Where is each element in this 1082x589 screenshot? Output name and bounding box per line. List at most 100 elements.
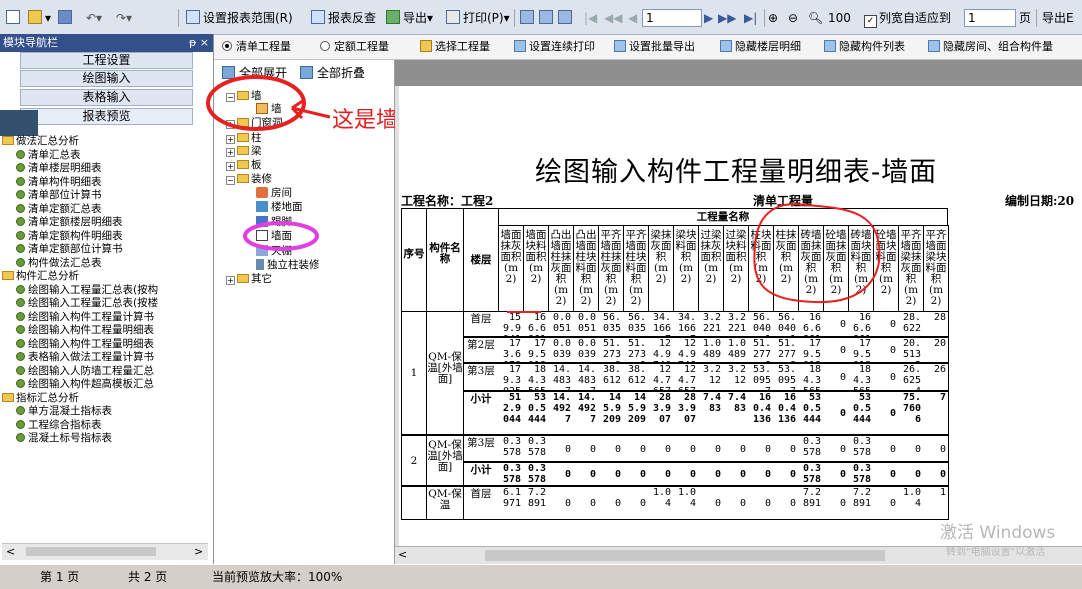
tree-node-other[interactable]: + 其它 [226, 273, 272, 285]
tree-report-item[interactable]: 绘图输入人防墙工程量汇总 [16, 365, 154, 377]
tree-report-item[interactable]: 绘图输入构件工程量明细表 [16, 324, 154, 336]
tree-node-wall-surface[interactable]: 墙面 [256, 230, 292, 242]
continuous-print-button[interactable]: 设置连续打印 [514, 39, 595, 55]
report-vertical-scrollbar[interactable] [395, 86, 399, 546]
tree-report-item[interactable]: 绘图输入构件工程量计算书 [16, 311, 154, 323]
tree-label: 指标汇总分析 [16, 391, 79, 404]
report-title: 绘图输入构件工程量明细表-墙面 [535, 157, 938, 188]
tree-node-wall-group[interactable]: − 墙 [226, 90, 262, 102]
tree-node-slab[interactable]: + 板 [226, 159, 262, 171]
nav-report-preview[interactable]: 报表预览 [20, 108, 193, 125]
tree-node-skirting[interactable]: 踢脚 [256, 216, 292, 228]
table-cell-value: 3.212 [723, 363, 749, 391]
table-cell-value: 28 [923, 311, 949, 337]
left-horizontal-scrollbar[interactable]: < > [2, 543, 208, 560]
table-cell-value: 0 [548, 486, 574, 520]
tree-node-beam[interactable]: + 梁 [226, 145, 262, 157]
tree-node-openings[interactable]: + 门窗洞 [226, 117, 283, 129]
table-cell-value: 0 [873, 311, 899, 337]
new-icon[interactable] [6, 9, 23, 27]
tree-report-item[interactable]: 清单汇总表 [16, 149, 81, 161]
radio-quota-quantity[interactable]: 定额工程量 [320, 39, 389, 55]
tree-folder[interactable]: 构件汇总分析 [2, 270, 79, 282]
report-icon [16, 217, 25, 226]
row-floor: 第3层 [463, 435, 499, 462]
nav-drawing-input[interactable]: 绘图输入 [20, 70, 193, 87]
last-page-icon[interactable]: ▶| [744, 9, 757, 27]
set-range-button[interactable]: 设置报表范围(R) [186, 9, 293, 27]
tree-report-item[interactable]: 绘图输入构件超高模板汇总 [16, 378, 154, 390]
collapse-all-button[interactable]: 全部折叠 [300, 66, 365, 80]
single-page-icon[interactable] [520, 9, 537, 27]
review-button[interactable]: 报表反查 [311, 9, 376, 27]
hide-floor-button[interactable]: 隐藏楼层明细 [720, 39, 801, 55]
scroll-right-icon[interactable]: > [194, 545, 203, 558]
tree-report-item[interactable]: 清单定额部位计算书 [16, 243, 123, 255]
table-cell-value: 56.0401 [773, 311, 799, 337]
zoom-value[interactable]: 100 [828, 9, 851, 27]
redo-icon[interactable]: ↷▾ [116, 9, 132, 27]
multi-page-icon[interactable] [558, 9, 575, 27]
export-button[interactable]: 导出▾ [386, 9, 433, 27]
zoom-in-icon[interactable]: ⊕ [768, 9, 778, 27]
batch-export-button[interactable]: 设置批量导出 [614, 39, 695, 55]
hide-list-button[interactable]: 隐藏构件列表 [824, 39, 905, 55]
next-page-icon[interactable]: ▶▶ [718, 9, 736, 27]
scroll-left-icon[interactable]: < [6, 545, 15, 558]
tree-report-item[interactable]: 表格输入做法工程量计算书 [16, 351, 154, 363]
choose-quantity-button[interactable]: 选择工程量 [420, 39, 490, 55]
radio-bill-quantity[interactable]: 清单工程量 [222, 39, 291, 55]
tree-report-item[interactable]: 混凝土标号指标表 [16, 432, 112, 444]
two-page-icon[interactable] [539, 9, 556, 27]
table-cell-value: 7.483 [723, 391, 749, 435]
fit-width-checkbox[interactable]: ✓ 列宽自适应到 [864, 9, 951, 28]
print-button[interactable]: 打印(P)▾ [446, 9, 510, 27]
header-quantity: 柱块料面积(m2) [748, 225, 774, 312]
export-excel-button[interactable]: 导出E [1042, 9, 1074, 27]
save-icon[interactable] [58, 9, 75, 27]
tree-node-column[interactable]: + 柱 [226, 132, 262, 144]
page-number-input[interactable]: 1 [642, 9, 702, 27]
hide-room-button[interactable]: 隐藏房间、组合构件量 [928, 39, 1053, 55]
tree-report-item[interactable]: 清单部位计算书 [16, 189, 102, 201]
tree-node-ceiling[interactable]: 天棚 [256, 245, 292, 257]
tree-report-item[interactable]: 单方混凝土指标表 [16, 405, 112, 417]
tree-report-item[interactable]: 绘图输入构件工程量明细表 [16, 338, 154, 350]
tree-report-item[interactable]: 构件做法汇总表 [16, 257, 102, 269]
tree-report-item[interactable]: 清单定额构件明细表 [16, 230, 123, 242]
tree-folder[interactable]: 指标汇总分析 [2, 392, 79, 404]
table-cell-value: 0 [698, 462, 724, 486]
next-icon[interactable]: ▶ [704, 9, 713, 27]
expand-all-button[interactable]: 全部展开 [222, 66, 287, 80]
first-page-icon[interactable]: |◀ [584, 9, 597, 27]
pin-close-icon[interactable]: ᵽ × [189, 34, 209, 52]
tree-folder[interactable]: 做法汇总分析 [2, 135, 79, 147]
open-icon[interactable]: ▾ [28, 9, 51, 27]
nav-project-settings[interactable]: 工程设置 [20, 52, 193, 69]
prev-icon[interactable]: ◀ [628, 9, 637, 27]
zoom-icon[interactable]: 🔍︎ [808, 9, 823, 27]
nav-table-input[interactable]: 表格输入 [20, 89, 193, 106]
tree-node-wall[interactable]: 墙 [256, 103, 282, 115]
tree-report-item[interactable]: 绘图输入工程量汇总表(按楼 [16, 297, 158, 309]
tree-node-decoration[interactable]: − 装修 [226, 173, 272, 185]
table-cell-value: 145.9209 [598, 391, 624, 435]
scroll-thumb[interactable] [26, 547, 156, 556]
tree-report-item[interactable]: 工程综合指标表 [16, 419, 102, 431]
fit-page-input[interactable]: 1 [964, 9, 1016, 27]
tree-report-item[interactable]: 清单定额汇总表 [16, 203, 102, 215]
tree-report-item[interactable]: 绘图输入工程量汇总表(按构 [16, 284, 158, 296]
zoom-out-icon[interactable]: ⊖ [788, 9, 798, 27]
tree-report-item[interactable]: 清单定额楼层明细表 [16, 216, 123, 228]
tree-report-item[interactable]: 清单楼层明细表 [16, 162, 102, 174]
scroll-left-icon[interactable]: < [398, 548, 407, 561]
tree-report-item[interactable]: 清单构件明细表 [16, 176, 102, 188]
tree-node-floor[interactable]: 楼地面 [256, 201, 303, 213]
tree-node-room[interactable]: 房间 [256, 187, 292, 199]
prev-page-icon[interactable]: ◀◀ [604, 9, 622, 27]
scroll-thumb[interactable] [485, 550, 885, 561]
undo-icon[interactable]: ↶▾ [86, 9, 102, 27]
table-cell-value: 0 [823, 391, 849, 435]
tree-node-column-decoration[interactable]: 独立柱装修 [256, 259, 320, 271]
table-cell-value: 160.4136 [748, 391, 774, 435]
